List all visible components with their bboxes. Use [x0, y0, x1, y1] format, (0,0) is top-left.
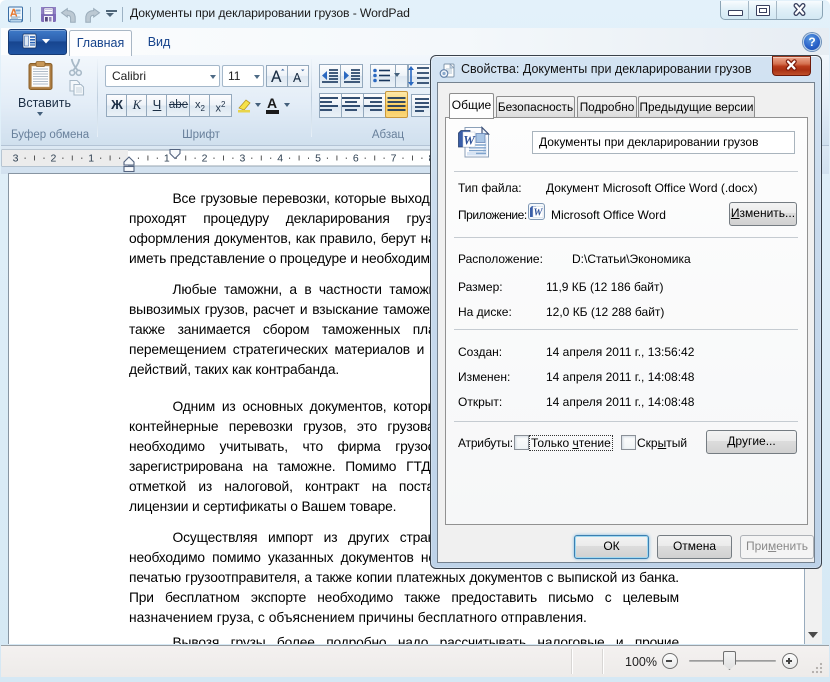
svg-text:W: W: [534, 208, 544, 219]
svg-text:4: 4: [277, 153, 283, 165]
svg-text:1: 1: [88, 153, 94, 165]
svg-text:W: W: [463, 133, 476, 148]
svg-text:6: 6: [353, 153, 359, 165]
svg-text:2: 2: [50, 153, 56, 165]
svg-text:2: 2: [202, 153, 208, 165]
svg-text:7: 7: [391, 153, 397, 165]
svg-text:3: 3: [13, 153, 19, 165]
svg-text:3: 3: [239, 153, 245, 165]
svg-text:1: 1: [164, 153, 170, 165]
svg-text:5: 5: [315, 153, 321, 165]
